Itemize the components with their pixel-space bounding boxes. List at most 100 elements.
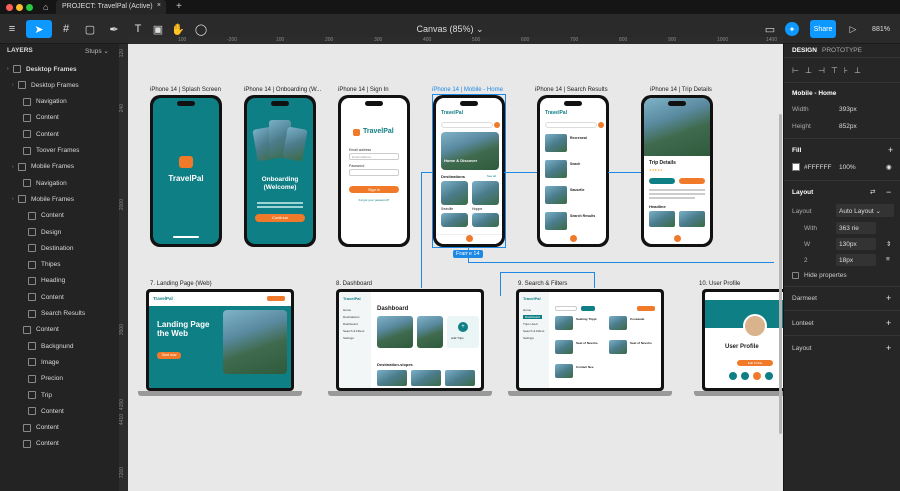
shape-tool-button[interactable]: ▢	[80, 20, 100, 38]
canvas[interactable]: iPhone 14 | Splash Screen iPhone 14 | On…	[128, 44, 783, 491]
search-result-title[interactable]: Coneaade	[630, 317, 644, 321]
trip-primary-button[interactable]	[679, 178, 705, 184]
layer-row[interactable]: Backgnund	[0, 338, 128, 354]
layer-row[interactable]: › Mobile Frames	[0, 191, 128, 207]
width-input[interactable]: 393px	[839, 106, 857, 113]
filter-chip[interactable]	[581, 306, 595, 311]
layout-select[interactable]: Auto Layout ⌄	[836, 204, 894, 217]
hand-tool-button[interactable]: ✋	[170, 20, 186, 38]
close-tab-icon[interactable]: ×	[157, 2, 161, 9]
fill-hex[interactable]: #FFFFFF	[804, 164, 831, 171]
search-result-thumb[interactable]	[609, 316, 627, 330]
search-result-title[interactable]: Seat of Nevohe	[576, 341, 598, 345]
layer-row[interactable]: › Mobile Frames	[0, 159, 128, 175]
align-tools[interactable]: ⊢⊥⊣⊤⊦⊥	[792, 66, 867, 75]
fill-opacity[interactable]: 100%	[839, 164, 856, 171]
frame-label[interactable]: iPhone 14 | Trip Details	[650, 87, 712, 93]
search-nav-item[interactable]: Home	[523, 308, 531, 312]
avatar[interactable]	[743, 314, 767, 338]
add-icon[interactable]: +	[886, 293, 891, 303]
search-field[interactable]	[545, 122, 597, 128]
dashboard-nav-item[interactable]: Settings	[343, 336, 354, 340]
height-input[interactable]: 852px	[839, 123, 857, 130]
frame-label[interactable]: 7. Landing Page (Web)	[150, 281, 212, 287]
search-filters-frame[interactable]: TravelPal Home Dashboard Trips Used Search …	[508, 289, 672, 397]
add-icon[interactable]: +	[886, 318, 891, 328]
landing-nav-button[interactable]	[267, 296, 285, 301]
fill-swatch[interactable]	[792, 163, 800, 171]
present-device-icon[interactable]: ▭	[763, 20, 777, 38]
search-result-title[interactable]: Search Results	[570, 214, 595, 218]
w-input[interactable]: 130px	[836, 238, 876, 250]
share-button[interactable]: Share	[810, 20, 836, 38]
search-nav-item[interactable]: Dashboard	[523, 315, 542, 319]
search-result-title[interactable]: Recreneal	[570, 136, 587, 140]
user-profile-frame[interactable]: User Profile Edit Profile	[694, 289, 783, 397]
hide-properties-checkbox[interactable]	[792, 272, 799, 279]
signin-email-field[interactable]: Email address	[349, 153, 399, 160]
layer-row[interactable]: Destination	[0, 240, 128, 256]
layer-row[interactable]: Heading	[0, 273, 128, 289]
search-nav-item[interactable]: Settings	[523, 336, 534, 340]
layer-row[interactable]: Content	[0, 403, 128, 419]
add-icon[interactable]	[570, 235, 577, 242]
minimize-window-button[interactable]	[16, 4, 23, 11]
home-icon[interactable]: ⌂	[43, 2, 48, 12]
stepper-icon[interactable]: ⇕	[886, 240, 891, 248]
layer-row[interactable]: Content	[0, 110, 128, 126]
layer-row[interactable]: Content	[0, 436, 128, 452]
onboarding-frame[interactable]: Onboarding (Welcome) Continue	[244, 95, 316, 247]
layer-row[interactable]: Content	[0, 420, 128, 436]
frame-tool-button[interactable]: #	[56, 20, 76, 38]
add-trip-card[interactable]	[447, 316, 479, 348]
user-avatar[interactable]: ✦	[785, 22, 799, 36]
zoom-level[interactable]: 881%	[868, 20, 894, 38]
dashboard-nav-item[interactable]: Home	[343, 308, 351, 312]
gap-input[interactable]: 18px	[836, 254, 876, 266]
lonteet-section[interactable]: Lonteet	[792, 320, 814, 327]
trip-secondary-button[interactable]	[649, 178, 675, 184]
canvas-scrollbar[interactable]	[779, 114, 782, 434]
project-tab[interactable]: PROJECT: TravelPal (Active) ×	[56, 0, 166, 14]
layer-row[interactable]: Navigation	[0, 94, 128, 110]
comment-tool-button[interactable]: ◯	[193, 20, 209, 38]
search-result-thumb[interactable]	[555, 364, 573, 378]
frame-label[interactable]: 10. User Profile	[699, 281, 740, 287]
search-nav-item[interactable]: Search & Filters	[523, 329, 544, 333]
frame-label[interactable]: iPhone 14 | Search Results	[535, 87, 608, 93]
layer-row[interactable]: Search Results	[0, 306, 128, 322]
pen-tool-button[interactable]: ✒	[104, 20, 124, 38]
menu-icon[interactable]: ≡	[4, 20, 20, 38]
frame-label[interactable]: iPhone 14 | Splash Screen	[150, 87, 221, 93]
filter-dropdown[interactable]	[555, 306, 577, 311]
add-fill-icon[interactable]: +	[888, 145, 893, 155]
frame-label-selected[interactable]: iPhone 14 | Mobile - Home	[432, 87, 503, 93]
add-icon[interactable]: +	[886, 343, 891, 353]
dashboard-nav-item[interactable]: Search & Filters	[343, 329, 364, 333]
frame-label[interactable]: 8. Dashboard	[336, 281, 372, 287]
search-result-title[interactable]: Seach	[570, 162, 580, 166]
tab-prototype[interactable]: PROTOTYPE	[822, 47, 862, 54]
sign-in-frame[interactable]: TravelPal Email address Email address Pa…	[338, 95, 410, 247]
pages-dropdown[interactable]: Stups ⌄	[85, 47, 109, 55]
frame-label[interactable]: iPhone 14 | Onboarding (W...	[244, 87, 321, 93]
trip-details-frame[interactable]: Trip Details ★★★★★ Headline	[641, 95, 713, 247]
text-tool-button[interactable]: T	[130, 20, 146, 38]
signin-button[interactable]: Sign in	[349, 186, 399, 193]
distribute-icon[interactable]: ≡	[886, 256, 890, 263]
layer-row[interactable]: Precion	[0, 371, 128, 387]
signin-password-field[interactable]	[349, 169, 399, 176]
search-result-thumb[interactable]	[609, 340, 627, 354]
layout-section-2[interactable]: Layout	[792, 345, 812, 352]
layer-row[interactable]: › Desktop Frames	[0, 61, 128, 77]
with-input[interactable]: 363 rie	[836, 222, 876, 234]
layer-row[interactable]: Content	[0, 289, 128, 305]
edit-profile-button[interactable]: Edit Profile	[737, 360, 773, 366]
add-icon[interactable]	[674, 235, 681, 242]
layer-row[interactable]: Trip	[0, 387, 128, 403]
remove-layout-icon[interactable]: −	[886, 187, 891, 197]
search-button[interactable]	[637, 306, 655, 311]
onboarding-continue-button[interactable]: Continue	[255, 214, 305, 222]
tab-design[interactable]: DESIGN	[792, 47, 817, 54]
layer-row[interactable]: Navigation	[0, 175, 128, 191]
